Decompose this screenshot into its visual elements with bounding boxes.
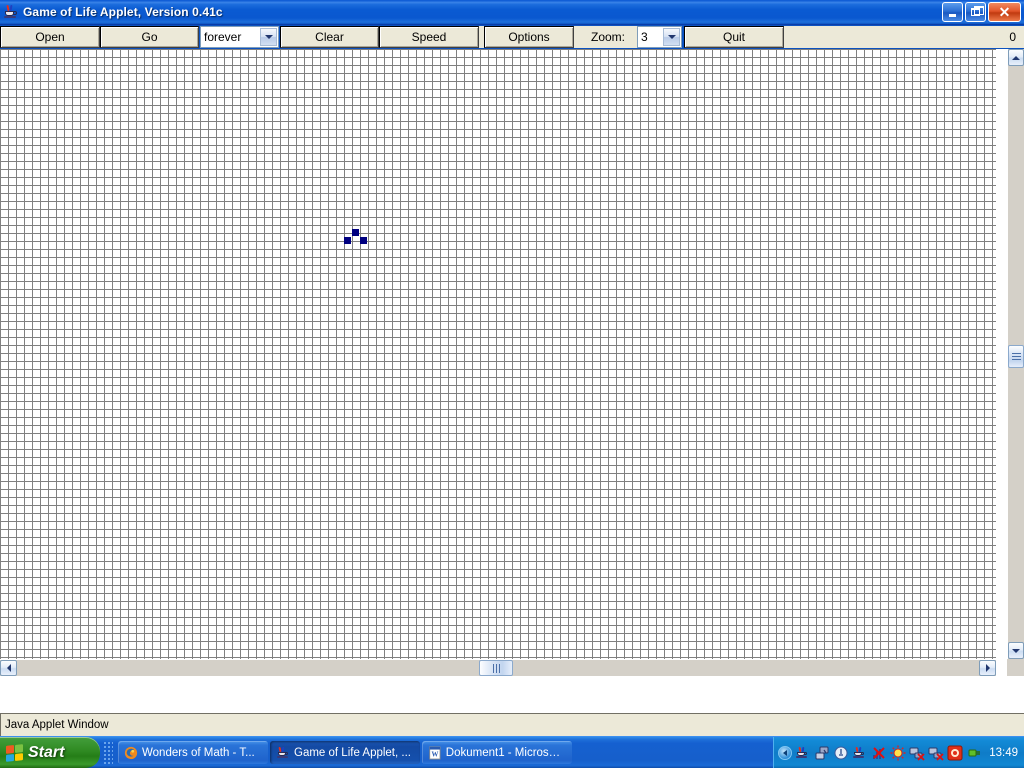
java-cup-icon [276,746,290,760]
firefox-icon [124,746,138,759]
desktop-screen: Game of Life Applet, Version 0.41c ✕ Ope… [0,0,1024,768]
close-button[interactable]: ✕ [988,2,1021,22]
chevron-down-icon[interactable] [663,28,680,46]
network-connection-disconnected-icon[interactable] [909,745,925,761]
java-cup-icon[interactable] [795,745,811,761]
system-tray: 13:49 [773,736,1024,768]
network-signal-disconnected-icon[interactable] [871,745,887,761]
zoom-value: 3 [641,30,648,44]
vertical-scrollbar-thumb[interactable] [1008,345,1024,368]
green-plug-icon[interactable] [966,745,982,761]
safely-remove-hardware-icon[interactable] [833,745,849,761]
network-connection-disconnected-icon-2[interactable] [928,745,944,761]
taskbar-drag-handle[interactable] [103,740,113,765]
taskbar-item-label: Game of Life Applet, ... [294,746,411,759]
quit-button[interactable]: Quit [684,26,784,48]
taskbar-item-label: Wonders of Math - T... [142,746,255,759]
minimize-icon [949,14,956,17]
scroll-right-button[interactable] [979,660,996,676]
generation-counter: 0 [1009,30,1016,44]
life-grid-canvas[interactable] [0,49,996,659]
zoom-label: Zoom: [574,26,637,48]
restore-button[interactable] [965,2,986,22]
start-button-label: Start [28,743,65,761]
windows-flag-icon [6,743,23,762]
clear-button[interactable]: Clear [280,26,379,48]
scroll-left-arrow-icon [6,664,11,672]
options-button[interactable]: Options [484,26,574,48]
applet-page-background [0,676,1024,713]
taskbar-item-word[interactable]: W Dokument1 - Microsof... [422,741,572,764]
network-computers-icon[interactable] [814,745,830,761]
java-cup-icon[interactable] [852,745,868,761]
minimize-button[interactable] [942,2,963,22]
live-cell[interactable] [352,229,359,236]
horizontal-scrollbar-thumb[interactable] [479,660,513,676]
scroll-left-button[interactable] [0,660,17,676]
window-title-bar: Game of Life Applet, Version 0.41c ✕ [0,0,1024,25]
tray-expand-button[interactable] [778,745,793,760]
scrollbar-grip-icon [492,663,500,673]
open-button[interactable]: Open [0,26,100,48]
status-bar-text: Java Applet Window [5,719,109,731]
grid-lines [0,49,996,659]
live-cell[interactable] [360,237,367,244]
taskbar-task-list: Wonders of Math - T... Game of Life Appl… [116,741,773,764]
antivirus-shield-icon[interactable] [947,745,963,761]
word-document-icon: W [429,746,441,759]
scrollbar-grip-icon [1011,353,1021,360]
java-cup-icon [3,4,19,20]
start-button[interactable]: Start [0,737,100,768]
windows-taskbar: Start Wonders of Math - T... Game of Lif… [0,736,1024,768]
taskbar-item-game-of-life[interactable]: Game of Life Applet, ... [270,741,420,764]
live-cell[interactable] [344,237,351,244]
svg-text:W: W [431,751,438,758]
status-bar: Java Applet Window [0,713,1024,736]
taskbar-item-firefox[interactable]: Wonders of Math - T... [118,741,268,764]
taskbar-item-label: Dokument1 - Microsof... [445,746,566,759]
run-mode-select[interactable]: forever [200,26,279,48]
vertical-scrollbar[interactable] [1007,49,1024,659]
scroll-down-button[interactable] [1008,642,1024,659]
applet-toolbar: Open Go forever Clear Speed Options Zoom… [0,25,1024,49]
sunshine-utility-icon[interactable] [890,745,906,761]
scroll-up-arrow-icon [1012,55,1020,60]
run-mode-value: forever [204,30,242,44]
taskbar-clock[interactable]: 13:49 [989,747,1018,759]
horizontal-scrollbar[interactable] [0,659,996,676]
close-icon: ✕ [998,4,1011,20]
scroll-up-button[interactable] [1008,49,1024,66]
window-title: Game of Life Applet, Version 0.41c [23,5,223,19]
scroll-down-arrow-icon [1012,648,1020,653]
restore-icon [971,6,984,16]
speed-button[interactable]: Speed [379,26,479,48]
go-button[interactable]: Go [100,26,199,48]
window-controls: ✕ [942,2,1021,22]
chevron-down-icon[interactable] [260,28,277,46]
zoom-select[interactable]: 3 [637,26,682,48]
scroll-right-arrow-icon [985,664,990,672]
scrollbar-corner [1007,659,1024,676]
